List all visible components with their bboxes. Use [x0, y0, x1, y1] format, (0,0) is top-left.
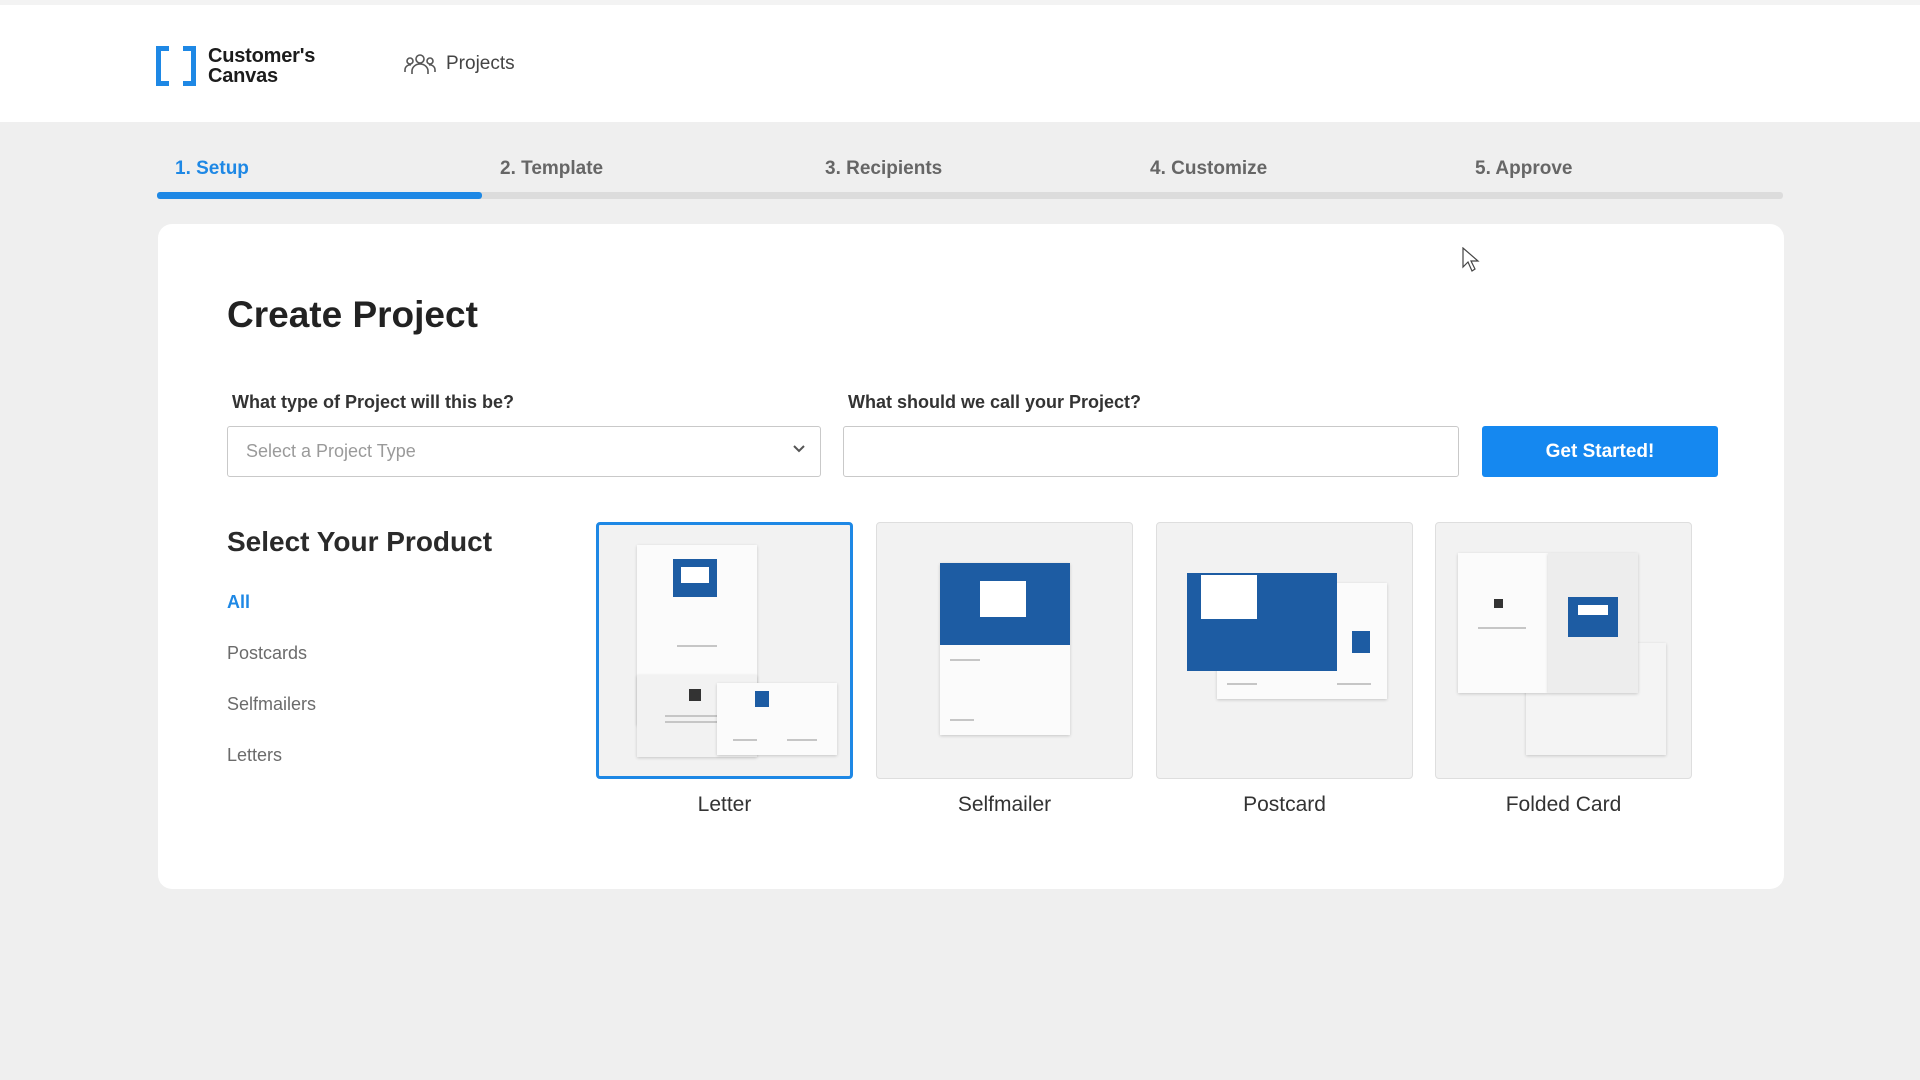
filter-all[interactable]: All — [227, 592, 316, 643]
folded-card-thumbnail — [1435, 522, 1692, 779]
filter-postcards[interactable]: Postcards — [227, 643, 316, 694]
letter-thumbnail — [596, 522, 853, 779]
folded-card-left — [1458, 553, 1548, 693]
nav-projects-label: Projects — [446, 53, 515, 74]
project-name-label: What should we call your Project? — [848, 392, 1142, 412]
logo-line-1: Customer's — [208, 45, 316, 67]
logo[interactable]: Customer's Canvas — [156, 43, 315, 89]
filter-letters[interactable]: Letters — [227, 745, 316, 796]
progress-fill — [157, 192, 483, 199]
selfmailer-thumbnail — [876, 522, 1133, 779]
filter-selfmailers[interactable]: Selfmailers — [227, 694, 316, 745]
folded-card-right — [1548, 553, 1638, 693]
product-selfmailer[interactable]: Selfmailer — [876, 522, 1133, 817]
product-filter-list: All Postcards Selfmailers Letters — [227, 592, 316, 796]
app-header: Customer's Canvas Projects — [0, 5, 1920, 122]
get-started-button[interactable]: Get Started! — [1482, 426, 1718, 477]
mouse-cursor-icon — [1462, 247, 1480, 272]
product-postcard[interactable]: Postcard — [1156, 522, 1413, 817]
postcard-thumbnail — [1156, 522, 1413, 779]
chevron-down-icon — [793, 445, 805, 453]
nav-projects-link[interactable]: Projects — [404, 53, 515, 75]
product-letter[interactable]: Letter — [596, 522, 853, 817]
logo-line-2: Canvas — [208, 65, 278, 87]
product-label: Selfmailer — [957, 793, 1052, 816]
product-folded-card[interactable]: Folded Card — [1435, 522, 1692, 817]
project-type-label: What type of Project will this be? — [232, 392, 515, 412]
project-name-input[interactable] — [843, 426, 1459, 477]
select-placeholder: Select a Project Type — [246, 441, 416, 461]
bracket-logo-icon — [156, 46, 196, 86]
product-label: Folded Card — [1505, 793, 1622, 816]
step-label: 2. Template — [500, 158, 604, 179]
create-project-card: Create Project What type of Project will… — [158, 224, 1784, 889]
postcard-text-panel — [1201, 575, 1257, 619]
selfmailer-sheet — [940, 563, 1070, 735]
select-product-title: Select Your Product — [227, 526, 493, 557]
step-label: 1. Setup — [175, 158, 249, 179]
step-label: 5. Approve — [1475, 158, 1573, 179]
page-title: Create Project — [227, 294, 478, 335]
postcard-badge — [1352, 631, 1370, 653]
step-label: 3. Recipients — [825, 158, 943, 179]
product-label: Letter — [697, 793, 752, 816]
wizard-steps: 1. Setup 2. Template 3. Recipients 4. Cu… — [157, 152, 1783, 200]
step-label: 4. Customize — [1150, 158, 1268, 179]
project-type-select[interactable]: Select a Project Type — [227, 426, 821, 477]
product-label: Postcard — [1243, 793, 1326, 816]
letter-envelope — [717, 683, 837, 755]
logo-text: Customer's Canvas — [208, 46, 315, 86]
people-group-icon — [404, 54, 436, 74]
